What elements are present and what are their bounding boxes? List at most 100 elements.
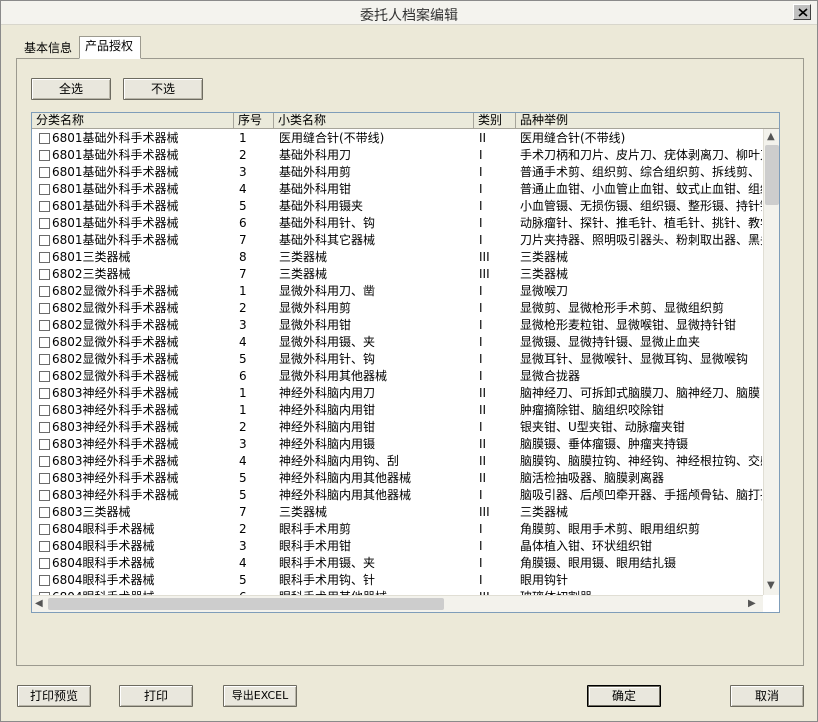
table-row[interactable]: 6802显微外科手术器械 4 显微外科用镊、夹 I 显微镊、显微持针镊、显微止血夹 — [32, 334, 763, 351]
cell-category: 6803神经外科手术器械 — [52, 488, 179, 502]
checkbox-icon[interactable] — [39, 184, 50, 195]
checkbox-icon[interactable] — [39, 473, 50, 484]
scroll-down-icon[interactable]: ▼ — [767, 579, 775, 593]
checkbox-icon[interactable] — [39, 150, 50, 161]
checkbox-icon[interactable] — [39, 201, 50, 212]
table-row[interactable]: 6801基础外科手术器械 2 基础外科用刀 I 手术刀柄和刀片、皮片刀、疣体剥离刀、柳叶… — [32, 147, 763, 164]
checkbox-icon[interactable] — [39, 456, 50, 467]
cell-examples: 刀片夹持器、照明吸引器头、粉刺取出器、黑头 — [520, 233, 762, 247]
scroll-right-icon[interactable]: ▶ — [748, 597, 756, 611]
checkbox-icon[interactable] — [39, 133, 50, 144]
header-category[interactable]: 分类名称 — [32, 113, 234, 129]
scroll-left-icon[interactable]: ◀ — [35, 597, 43, 611]
table-row[interactable]: 6804眼科手术器械 2 眼科手术用剪 I 角膜剪、眼用手术剪、眼用组织剪 — [32, 521, 763, 538]
cell-category: 6803神经外科手术器械 — [52, 437, 179, 451]
checkbox-icon[interactable] — [39, 252, 50, 263]
table-row[interactable]: 6802显微外科手术器械 2 显微外科用剪 I 显微剪、显微枪形手术剪、显微组织剪 — [32, 300, 763, 317]
cell-examples: 显微喉刀 — [520, 284, 569, 298]
checkbox-icon[interactable] — [39, 558, 50, 569]
export-excel-button[interactable]: 导出EXCEL — [223, 685, 297, 707]
cell-category: 6801基础外科手术器械 — [52, 165, 179, 179]
confirm-button[interactable]: 确定 — [587, 685, 661, 707]
table-row[interactable]: 6803神经外科手术器械 4 神经外科脑内用钩、刮 II 脑膜钩、脑膜拉钩、神经钩、神经… — [32, 453, 763, 470]
checkbox-icon[interactable] — [39, 354, 50, 365]
table-row[interactable]: 6802显微外科手术器械 5 显微外科用针、钩 I 显微耳针、显微喉针、显微耳钩、显微喉… — [32, 351, 763, 368]
table-row[interactable]: 6803神经外科手术器械 5 神经外科脑内用其他器械 II 脑活检抽吸器、脑膜剥离器 — [32, 470, 763, 487]
checkbox-icon[interactable] — [39, 575, 50, 586]
tab-product-authorization[interactable]: 产品授权 — [79, 36, 141, 59]
table-row[interactable]: 6801基础外科手术器械 7 基础外科其它器械 I 刀片夹持器、照明吸引器头、粉刺取出器… — [32, 232, 763, 249]
header-examples[interactable]: 品种举例 — [516, 113, 779, 129]
table-row[interactable]: 6801三类器械 8 三类器械 III 三类器械 — [32, 249, 763, 266]
table-row[interactable]: 6801基础外科手术器械 6 基础外科用针、钩 I 动脉瘤针、探针、推毛针、植毛针、挑针… — [32, 215, 763, 232]
cancel-button[interactable]: 取消 — [730, 685, 804, 707]
checkbox-icon[interactable] — [39, 303, 50, 314]
checkbox-icon[interactable] — [39, 439, 50, 450]
checkbox-icon[interactable] — [39, 524, 50, 535]
checkbox-icon[interactable] — [39, 507, 50, 518]
checkbox-icon[interactable] — [39, 371, 50, 382]
close-button[interactable] — [793, 4, 811, 20]
cell-class: I — [479, 165, 483, 179]
header-subcategory[interactable]: 小类名称 — [274, 113, 474, 129]
checkbox-icon[interactable] — [39, 167, 50, 178]
table-row[interactable]: 6803神经外科手术器械 3 神经外科脑内用镊 II 脑膜镊、垂体瘤镊、肿瘤夹持镊 — [32, 436, 763, 453]
cell-class: III — [479, 250, 490, 264]
table-row[interactable]: 6801基础外科手术器械 5 基础外科用镊夹 I 小血管镊、无损伤镊、组织镊、整形镊、持… — [32, 198, 763, 215]
table-row[interactable]: 6804眼科手术器械 5 眼科手术用钩、针 I 眼用钩针 — [32, 572, 763, 589]
checkbox-icon[interactable] — [39, 388, 50, 399]
print-button[interactable]: 打印 — [119, 685, 193, 707]
cell-category: 6801基础外科手术器械 — [52, 148, 179, 162]
scroll-up-icon[interactable]: ▲ — [767, 130, 775, 144]
select-none-button[interactable]: 不选 — [123, 78, 203, 100]
cell-subcategory: 显微外科用刀、凿 — [279, 284, 376, 298]
table-row[interactable]: 6801基础外科手术器械 3 基础外科用剪 I 普通手术剪、组织剪、综合组织剪、拆线剪、 — [32, 164, 763, 181]
cell-category: 6801基础外科手术器械 — [52, 216, 179, 230]
table-row[interactable]: 6804眼科手术器械 3 眼科手术用钳 I 晶体植入钳、环状组织钳 — [32, 538, 763, 555]
table-row[interactable]: 6803神经外科手术器械 1 神经外科脑内用钳 II 肿瘤摘除钳、脑组织咬除钳 — [32, 402, 763, 419]
select-all-button[interactable]: 全选 — [31, 78, 111, 100]
table-row[interactable]: 6802显微外科手术器械 3 显微外科用钳 I 显微枪形麦粒钳、显微喉钳、显微持针钳 — [32, 317, 763, 334]
table-row[interactable]: 6802三类器械 7 三类器械 III 三类器械 — [32, 266, 763, 283]
checkbox-icon[interactable] — [39, 286, 50, 297]
checkbox-icon[interactable] — [39, 405, 50, 416]
table-row[interactable]: 6801基础外科手术器械 1 医用缝合针(不带线) II 医用缝合针(不带线) — [32, 130, 763, 147]
cell-subcategory: 基础外科用镊夹 — [279, 199, 364, 213]
header-number[interactable]: 序号 — [234, 113, 274, 129]
cell-number: 4 — [239, 335, 247, 349]
print-preview-button[interactable]: 打印预览 — [17, 685, 91, 707]
product-list[interactable]: 分类名称 序号 小类名称 类别 品种举例 6801基础外科手术器械 1 医用缝合针(… — [31, 112, 780, 613]
table-row[interactable]: 6803神经外科手术器械 1 神经外科脑内用刀 II 脑神经刀、可拆卸式脑膜刀、脑神经刀… — [32, 385, 763, 402]
checkbox-icon[interactable] — [39, 422, 50, 433]
checkbox-icon[interactable] — [39, 337, 50, 348]
checkbox-icon[interactable] — [39, 235, 50, 246]
checkbox-icon[interactable] — [39, 269, 50, 280]
table-row[interactable]: 6804眼科手术器械 4 眼科手术用镊、夹 I 角膜镊、眼用镊、眼用结扎镊 — [32, 555, 763, 572]
table-row[interactable]: 6801基础外科手术器械 4 基础外科用钳 I 普通止血钳、小血管止血钳、蚊式止血钳、组… — [32, 181, 763, 198]
checkbox-icon[interactable] — [39, 218, 50, 229]
horizontal-scrollbar[interactable]: ◀ ▶ — [32, 595, 763, 612]
checkbox-icon[interactable] — [39, 490, 50, 501]
vertical-scrollbar[interactable]: ▲ ▼ — [763, 129, 779, 595]
table-row[interactable]: 6803神经外科手术器械 5 神经外科脑内用其他器械 I 脑吸引器、后颅凹牵开器、手摇颅… — [32, 487, 763, 504]
cell-category: 6803神经外科手术器械 — [52, 386, 179, 400]
cell-category: 6804眼科手术器械 — [52, 522, 155, 536]
checkbox-icon[interactable] — [39, 320, 50, 331]
cell-number: 8 — [239, 250, 247, 264]
tab-basic-info[interactable]: 基本信息 — [18, 38, 78, 59]
cell-examples: 脑吸引器、后颅凹牵开器、手摇颅骨钻、脑打孔 — [520, 488, 762, 502]
cell-class: III — [479, 505, 490, 519]
horizontal-scroll-thumb[interactable] — [48, 598, 444, 610]
header-class[interactable]: 类别 — [474, 113, 516, 129]
table-row[interactable]: 6802显微外科手术器械 6 显微外科用其他器械 I 显微合拢器 — [32, 368, 763, 385]
cell-subcategory: 基础外科其它器械 — [279, 233, 376, 247]
cell-class: I — [479, 148, 483, 162]
cell-class: III — [479, 267, 490, 281]
table-row[interactable]: 6803神经外科手术器械 2 神经外科脑内用钳 I 银夹钳、U型夹钳、动脉瘤夹钳 — [32, 419, 763, 436]
checkbox-icon[interactable] — [39, 541, 50, 552]
vertical-scroll-thumb[interactable] — [765, 145, 779, 205]
table-row[interactable]: 6803三类器械 7 三类器械 III 三类器械 — [32, 504, 763, 521]
cell-examples: 三类器械 — [520, 505, 569, 519]
table-row[interactable]: 6802显微外科手术器械 1 显微外科用刀、凿 I 显微喉刀 — [32, 283, 763, 300]
cell-class: I — [479, 301, 483, 315]
